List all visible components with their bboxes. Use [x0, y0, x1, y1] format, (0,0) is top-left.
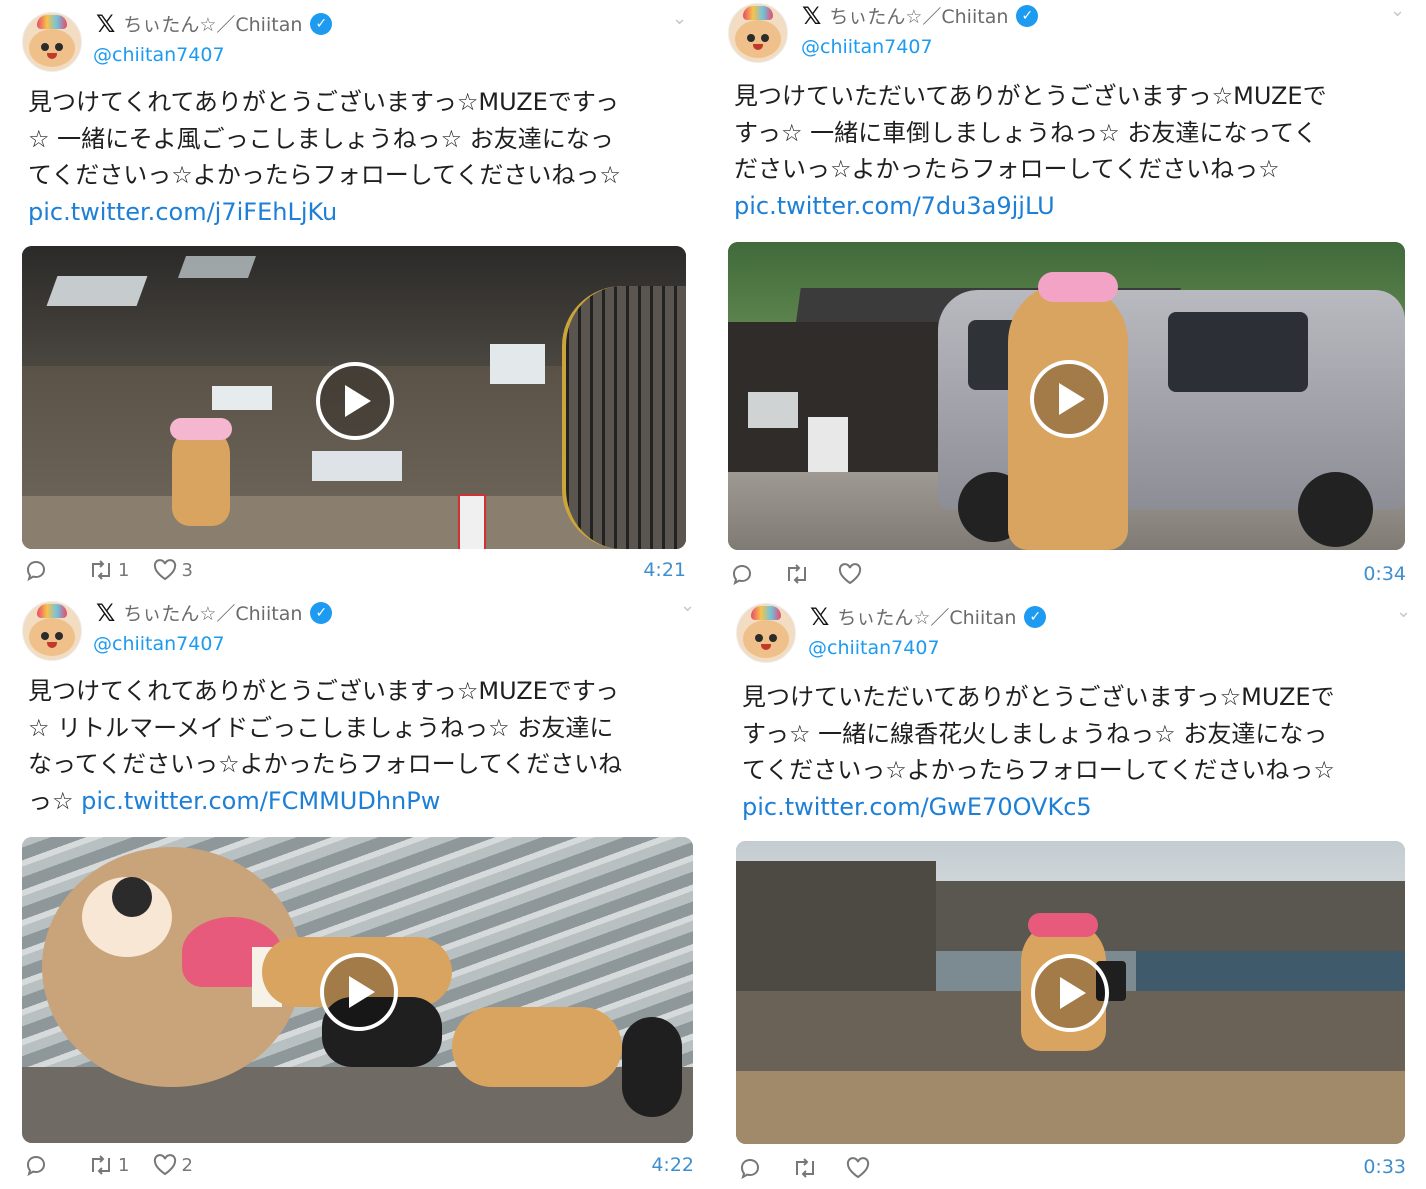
- tweet-text-line: すっ☆ 一緒に車倒しましょうねっ☆ お友達になってく: [734, 118, 1318, 147]
- video-thumbnail[interactable]: [22, 246, 686, 549]
- tweet-text: 見つけていただいてありがとうございますっ☆MUZEで すっ☆ 一緒に車倒しましょ…: [734, 78, 1414, 224]
- display-name[interactable]: ちぃたん☆／Chiitan: [123, 599, 302, 626]
- video-duration: 0:34: [1363, 563, 1406, 585]
- tweet-text: 見つけていただいてありがとうございますっ☆MUZEで すっ☆ 一緒に線香花火しま…: [742, 679, 1412, 825]
- video-thumbnail[interactable]: [22, 837, 693, 1143]
- tweet-actions: [730, 562, 890, 586]
- tweet-text-line: 見つけてくれてありがとうございますっ☆MUZEですっ: [28, 677, 619, 705]
- x-logo-icon: 𝕏: [802, 1, 822, 30]
- video-thumbnail[interactable]: [728, 242, 1405, 550]
- author-line: 𝕏 ちぃたん☆／Chiitan ✓: [96, 598, 333, 627]
- like-count: 2: [181, 1154, 193, 1176]
- tweet-text-fragment: っ☆: [28, 786, 82, 815]
- reply-icon: [732, 564, 752, 586]
- x-logo-icon: 𝕏: [810, 602, 830, 631]
- chevron-down-icon[interactable]: ⌄: [672, 8, 687, 29]
- tweet-card[interactable]: 𝕏 ちぃたん☆／Chiitan ✓ @chiitan7407 ⌄ 見つけていただ…: [710, 595, 1426, 1189]
- video-duration: 4:21: [643, 559, 686, 581]
- video-duration: 0:33: [1363, 1156, 1406, 1178]
- reply-icon: [26, 560, 46, 582]
- heart-icon: [846, 1157, 870, 1179]
- tweet-card[interactable]: 𝕏 ちぃたん☆／Chiitan ✓ @chiitan7407 ⌄ 見つけていただ…: [710, 0, 1426, 595]
- tweet-text-line: 見つけてくれてありがとうございますっ☆MUZEですっ: [28, 88, 619, 116]
- display-name[interactable]: ちぃたん☆／Chiitan: [837, 603, 1016, 630]
- tweet-text-line: なってくださいっ☆よかったらフォローしてくださいね: [28, 750, 623, 778]
- tweet-text-line: ださいっ☆よかったらフォローしてくださいねっ☆: [734, 155, 1280, 183]
- avatar[interactable]: [22, 601, 82, 661]
- play-icon[interactable]: [1031, 954, 1109, 1032]
- x-logo-icon: 𝕏: [96, 598, 116, 627]
- like-button[interactable]: [846, 1157, 874, 1179]
- video-duration: 4:22: [651, 1154, 694, 1176]
- retweet-icon: [92, 560, 110, 580]
- tweet-text-line: ☆ リトルマーメイドごっこしましょうねっ☆ お友達に: [28, 713, 614, 742]
- like-button[interactable]: [838, 563, 866, 585]
- tweet-card[interactable]: 𝕏 ちぃたん☆／Chiitan ✓ @chiitan7407 ⌄ 見つけてくれて…: [0, 595, 710, 1189]
- reply-icon: [26, 1155, 46, 1177]
- reply-icon: [740, 1158, 760, 1180]
- reply-button[interactable]: [730, 562, 754, 586]
- tweet-text-line: すっ☆ 一緒に線香花火しましょうねっ☆ お友達になっ: [742, 719, 1328, 748]
- retweet-icon: [796, 1158, 814, 1178]
- like-button[interactable]: 2: [153, 1154, 193, 1176]
- tweet-text-line: っ☆ pic.twitter.com/FCMMUDhnPw: [28, 783, 703, 820]
- user-handle[interactable]: @chiitan7407: [93, 633, 225, 655]
- retweet-count: 1: [118, 559, 130, 581]
- display-name[interactable]: ちぃたん☆／Chiitan: [123, 10, 302, 37]
- chevron-down-icon[interactable]: ⌄: [1396, 601, 1411, 622]
- heart-icon: [154, 559, 177, 581]
- tweet-actions: [738, 1156, 898, 1180]
- avatar[interactable]: [22, 12, 82, 72]
- play-icon[interactable]: [320, 953, 398, 1031]
- tweet-text: 見つけてくれてありがとうございますっ☆MUZEですっ ☆ リトルマーメイドごっこ…: [28, 673, 703, 819]
- like-button[interactable]: 3: [153, 559, 193, 581]
- x-logo-icon: 𝕏: [96, 9, 116, 38]
- chevron-down-icon[interactable]: ⌄: [680, 595, 695, 616]
- video-thumbnail[interactable]: [736, 841, 1405, 1144]
- tweet-text: 見つけてくれてありがとうございますっ☆MUZEですっ ☆ 一緒にそよ風ごっこしま…: [28, 84, 698, 230]
- media-link[interactable]: pic.twitter.com/FCMMUDhnPw: [81, 787, 440, 815]
- user-handle[interactable]: @chiitan7407: [808, 637, 940, 659]
- tweet-actions: 1 3: [24, 558, 217, 582]
- media-link[interactable]: pic.twitter.com/GwE70OVKc5: [742, 789, 1412, 826]
- tweet-text-line: 見つけていただいてありがとうございますっ☆MUZEで: [742, 683, 1335, 711]
- tweet-text-line: てくださいっ☆よかったらフォローしてくださいねっ☆: [28, 161, 621, 189]
- tweet-actions: 1 2: [24, 1153, 217, 1177]
- author-line: 𝕏 ちぃたん☆／Chiitan ✓: [96, 9, 333, 38]
- retweet-button[interactable]: [792, 1157, 822, 1179]
- like-count: 3: [181, 559, 193, 581]
- tweet-text-line: てくださいっ☆よかったらフォローしてくださいねっ☆: [742, 756, 1335, 784]
- reply-button[interactable]: [24, 1153, 48, 1177]
- retweet-button[interactable]: [784, 563, 814, 585]
- retweet-icon: [788, 564, 806, 584]
- retweet-icon: [92, 1155, 110, 1175]
- user-handle[interactable]: @chiitan7407: [93, 44, 225, 66]
- media-link[interactable]: pic.twitter.com/j7iFEhLjKu: [28, 194, 698, 231]
- avatar[interactable]: [728, 3, 788, 63]
- verified-badge-icon: ✓: [1016, 4, 1039, 27]
- verified-badge-icon: ✓: [310, 12, 333, 35]
- avatar[interactable]: [736, 603, 796, 663]
- chevron-down-icon[interactable]: ⌄: [1390, 0, 1405, 21]
- media-link[interactable]: pic.twitter.com/7du3a9jjLU: [734, 188, 1414, 225]
- retweet-button[interactable]: 1: [88, 1154, 129, 1176]
- retweet-count: 1: [118, 1154, 130, 1176]
- tweet-card[interactable]: 𝕏 ちぃたん☆／Chiitan ✓ @chiitan7407 ⌄ 見つけてくれて…: [0, 0, 710, 595]
- verified-badge-icon: ✓: [310, 601, 333, 624]
- display-name[interactable]: ちぃたん☆／Chiitan: [829, 2, 1008, 29]
- tweet-text-line: ☆ 一緒にそよ風ごっこしましょうねっ☆ お友達になっ: [28, 124, 614, 153]
- author-line: 𝕏 ちぃたん☆／Chiitan ✓: [802, 1, 1039, 30]
- reply-button[interactable]: [24, 558, 48, 582]
- heart-icon: [154, 1154, 177, 1176]
- heart-icon: [838, 563, 862, 585]
- author-line: 𝕏 ちぃたん☆／Chiitan ✓: [810, 602, 1047, 631]
- user-handle[interactable]: @chiitan7407: [801, 36, 933, 58]
- retweet-button[interactable]: 1: [88, 559, 129, 581]
- verified-badge-icon: ✓: [1024, 605, 1047, 628]
- play-icon[interactable]: [1030, 360, 1108, 438]
- reply-button[interactable]: [738, 1156, 762, 1180]
- play-icon[interactable]: [316, 362, 394, 440]
- tweet-text-line: 見つけていただいてありがとうございますっ☆MUZEで: [734, 82, 1327, 110]
